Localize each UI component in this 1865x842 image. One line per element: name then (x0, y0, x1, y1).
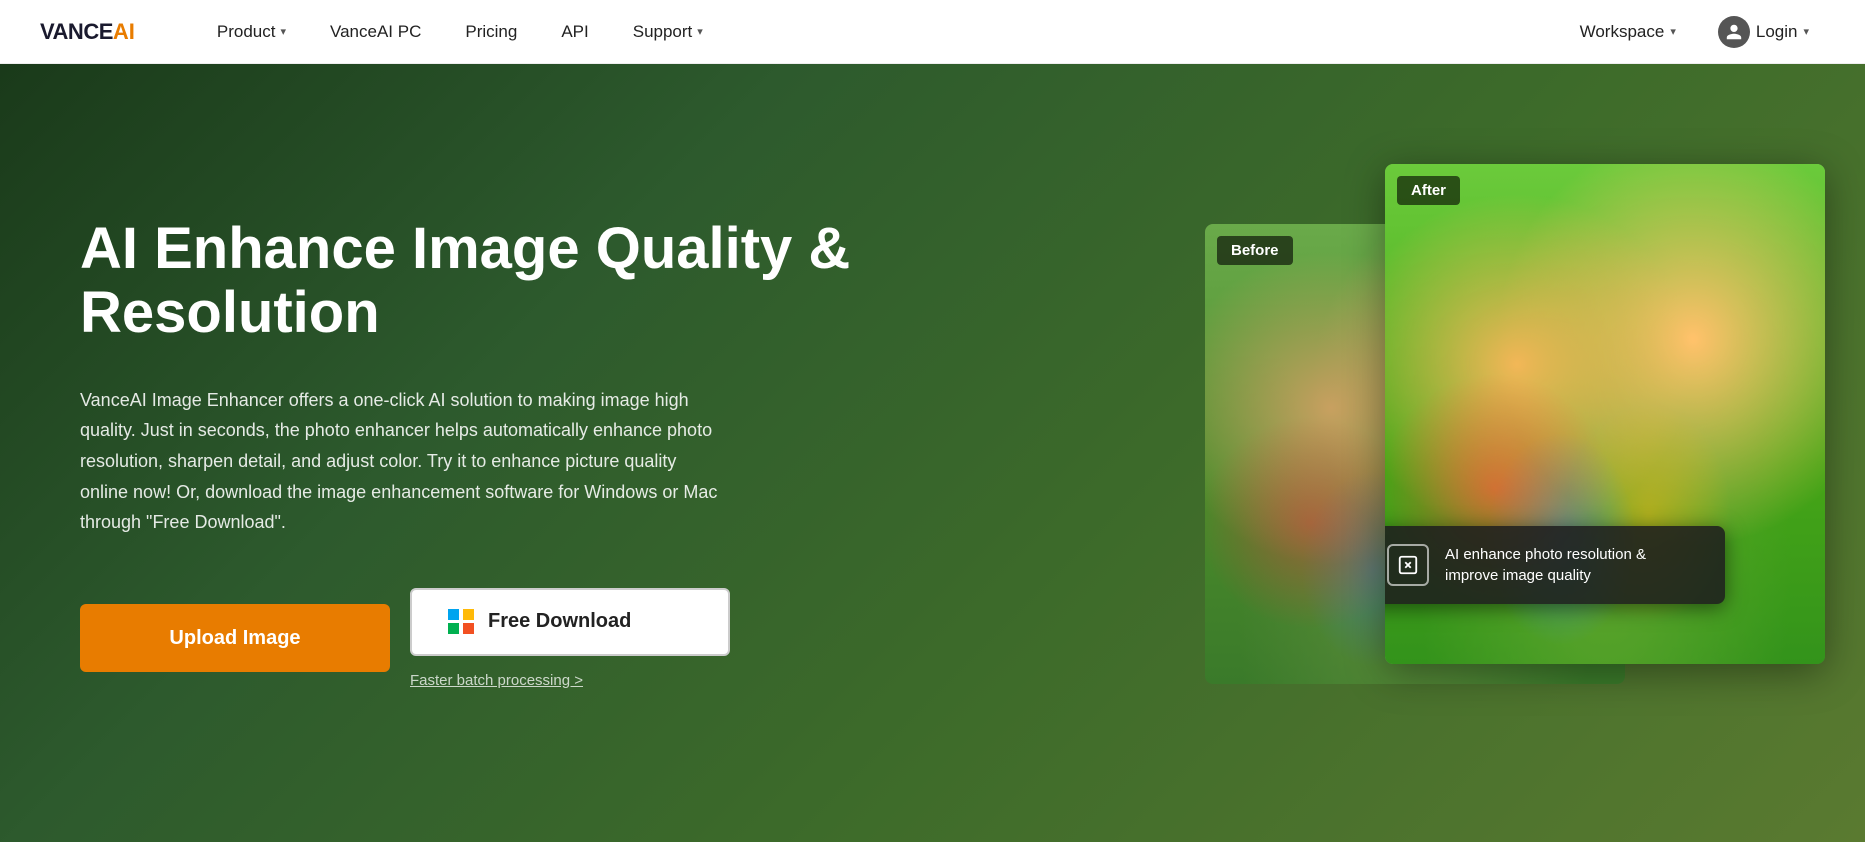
login-button[interactable]: Login ▾ (1702, 12, 1825, 52)
hero-buttons: Upload Image Free Download Faster batch … (80, 588, 880, 689)
batch-area: Faster batch processing > (410, 672, 730, 689)
after-label: After (1397, 176, 1460, 205)
hero-content: AI Enhance Image Quality & Resolution Va… (80, 217, 880, 689)
chevron-down-icon: ▾ (280, 25, 286, 38)
before-label: Before (1217, 236, 1293, 265)
logo[interactable]: VANCE AI (40, 19, 135, 45)
tooltip-text: AI enhance photo resolution & improve im… (1445, 544, 1703, 586)
navbar: VANCE AI Product ▾ VanceAI PC Pricing AP… (0, 0, 1865, 64)
nav-links: Product ▾ VanceAI PC Pricing API Support… (195, 0, 1564, 64)
enhance-icon (1387, 544, 1429, 586)
nav-support[interactable]: Support ▾ (611, 0, 725, 64)
logo-ai-text: AI (113, 19, 135, 45)
hero-image-comparison: Before After AI enhance photo resolution… (1205, 164, 1825, 724)
nav-pricing[interactable]: Pricing (443, 0, 539, 64)
chevron-down-icon: ▾ (1803, 25, 1809, 38)
after-image: After AI enhance photo resolution & impr… (1385, 164, 1825, 664)
nav-product[interactable]: Product ▾ (195, 0, 308, 64)
hero-description: VanceAI Image Enhancer offers a one-clic… (80, 385, 720, 538)
workspace-button[interactable]: Workspace ▾ (1564, 12, 1692, 52)
windows-icon (448, 609, 474, 635)
upload-image-button[interactable]: Upload Image (80, 604, 390, 672)
image-tooltip: AI enhance photo resolution & improve im… (1385, 526, 1725, 604)
hero-title: AI Enhance Image Quality & Resolution (80, 217, 880, 345)
avatar-icon (1718, 16, 1750, 48)
logo-vance-text: VANCE (40, 19, 113, 45)
faster-batch-processing-link[interactable]: Faster batch processing > (410, 672, 730, 689)
chevron-down-icon: ▾ (697, 25, 703, 38)
chevron-down-icon: ▾ (1670, 25, 1676, 38)
nav-api[interactable]: API (539, 0, 610, 64)
nav-vanceai-pc[interactable]: VanceAI PC (308, 0, 443, 64)
hero-section: AI Enhance Image Quality & Resolution Va… (0, 64, 1865, 842)
free-download-button[interactable]: Free Download (410, 588, 730, 656)
nav-right: Workspace ▾ Login ▾ (1564, 12, 1825, 52)
